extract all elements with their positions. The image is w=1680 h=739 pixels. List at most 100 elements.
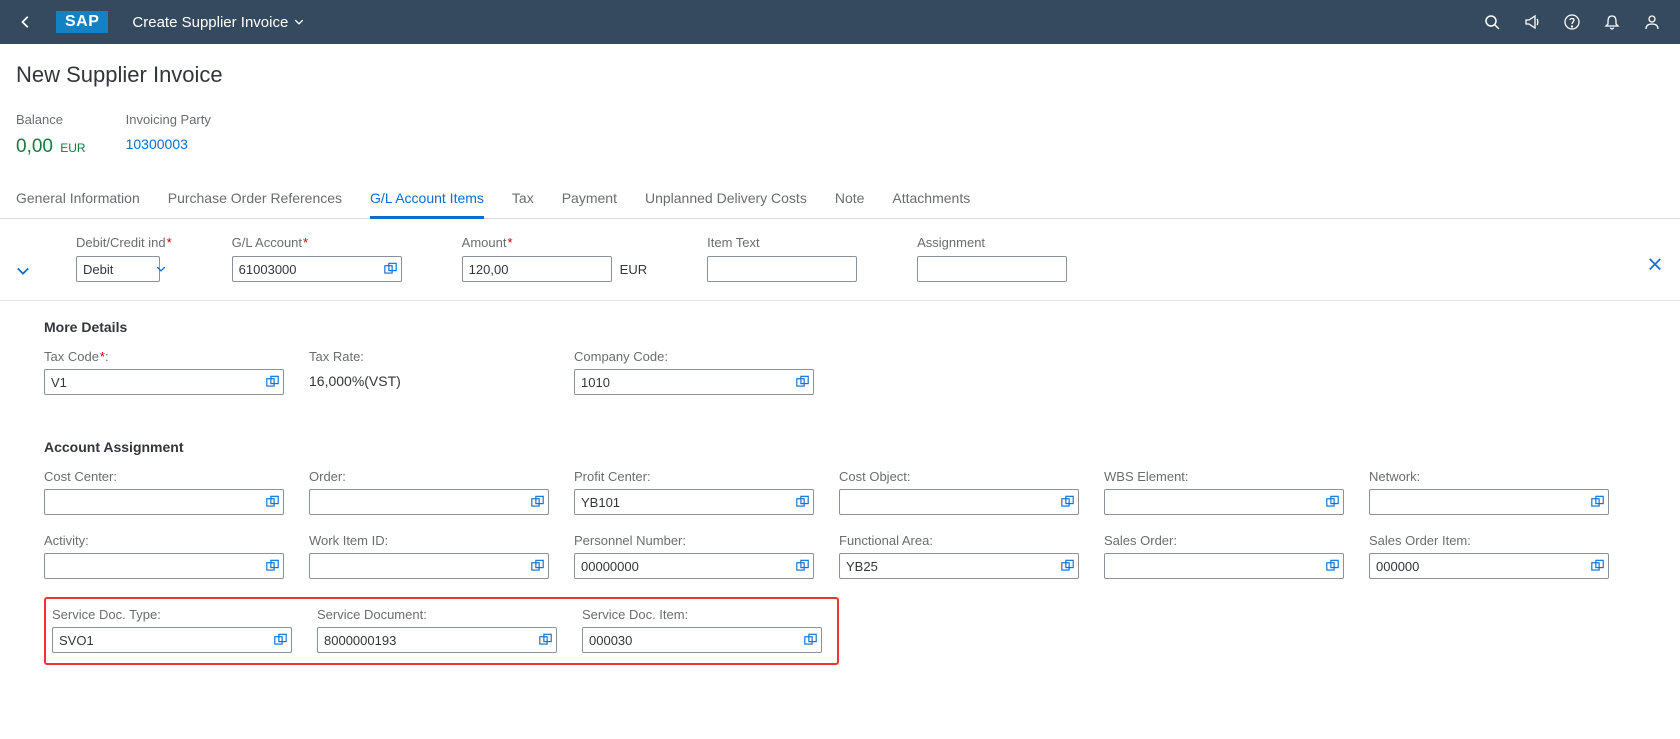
amount-label: Amount* bbox=[462, 235, 647, 250]
value-help-icon bbox=[266, 496, 279, 509]
value-help-button[interactable] bbox=[266, 496, 279, 509]
value-help-icon bbox=[1061, 496, 1074, 509]
sales-order-item-input[interactable] bbox=[1369, 553, 1609, 579]
order-input[interactable] bbox=[309, 489, 549, 515]
tab-payment[interactable]: Payment bbox=[562, 190, 617, 218]
value-help-icon bbox=[531, 496, 544, 509]
back-button[interactable] bbox=[10, 6, 42, 38]
gl-account-input[interactable] bbox=[232, 256, 402, 282]
balance-value: 0,00 EUR bbox=[16, 136, 86, 158]
sales-order-label: Sales Order: bbox=[1104, 533, 1353, 548]
tab-gl-account-items[interactable]: G/L Account Items bbox=[370, 190, 484, 219]
tab-general-information[interactable]: General Information bbox=[16, 190, 140, 218]
chevron-down-icon bbox=[294, 17, 304, 27]
tax-rate-label: Tax Rate: bbox=[309, 349, 558, 364]
service-document-input[interactable] bbox=[317, 627, 557, 653]
value-help-icon bbox=[384, 263, 397, 276]
debit-credit-select[interactable]: Debit bbox=[76, 256, 160, 282]
service-doc-type-label: Service Doc. Type: bbox=[52, 607, 301, 622]
amount-input[interactable] bbox=[462, 256, 612, 282]
invoicing-party-link[interactable]: 10300003 bbox=[126, 136, 211, 152]
delete-row-button[interactable] bbox=[1648, 257, 1662, 271]
value-help-button[interactable] bbox=[1591, 560, 1604, 573]
bell-icon bbox=[1604, 14, 1620, 30]
network-input[interactable] bbox=[1369, 489, 1609, 515]
notifications-button[interactable] bbox=[1594, 4, 1630, 40]
item-text-label: Item Text bbox=[707, 235, 857, 250]
wbs-element-label: WBS Element: bbox=[1104, 469, 1353, 484]
wbs-element-input[interactable] bbox=[1104, 489, 1344, 515]
value-help-button[interactable] bbox=[1061, 560, 1074, 573]
search-button[interactable] bbox=[1474, 4, 1510, 40]
value-help-button[interactable] bbox=[539, 634, 552, 647]
help-button[interactable] bbox=[1554, 4, 1590, 40]
value-help-icon bbox=[1591, 496, 1604, 509]
item-text-input[interactable] bbox=[707, 256, 857, 282]
user-button[interactable] bbox=[1634, 4, 1670, 40]
service-doc-type-input[interactable] bbox=[52, 627, 292, 653]
value-help-icon bbox=[804, 634, 817, 647]
app-title-dropdown[interactable]: Create Supplier Invoice bbox=[122, 14, 314, 31]
sales-order-item-label: Sales Order Item: bbox=[1369, 533, 1618, 548]
tab-bar: General Information Purchase Order Refer… bbox=[0, 164, 1680, 219]
personnel-number-input[interactable] bbox=[574, 553, 814, 579]
assignment-input[interactable] bbox=[917, 256, 1067, 282]
personnel-number-label: Personnel Number: bbox=[574, 533, 823, 548]
more-details-section: More Details Tax Code*: Tax Rate: 16,000… bbox=[0, 301, 1680, 421]
activity-label: Activity: bbox=[44, 533, 293, 548]
tab-attachments[interactable]: Attachments bbox=[892, 190, 970, 218]
app-title-text: Create Supplier Invoice bbox=[132, 14, 288, 31]
profit-center-input[interactable] bbox=[574, 489, 814, 515]
value-help-button[interactable] bbox=[1061, 496, 1074, 509]
tax-rate-value: 16,000%(VST) bbox=[309, 369, 558, 389]
cost-object-input[interactable] bbox=[839, 489, 1079, 515]
value-help-button[interactable] bbox=[384, 263, 397, 276]
company-code-input[interactable] bbox=[574, 369, 814, 395]
tax-code-label: Tax Code*: bbox=[44, 349, 293, 364]
balance-label: Balance bbox=[16, 112, 86, 127]
work-item-input[interactable] bbox=[309, 553, 549, 579]
functional-area-label: Functional Area: bbox=[839, 533, 1088, 548]
value-help-button[interactable] bbox=[1326, 560, 1339, 573]
value-help-button[interactable] bbox=[796, 496, 809, 509]
feedback-button[interactable] bbox=[1514, 4, 1550, 40]
cost-object-label: Cost Object: bbox=[839, 469, 1088, 484]
value-help-button[interactable] bbox=[796, 560, 809, 573]
cost-center-input[interactable] bbox=[44, 489, 284, 515]
expand-row-button[interactable] bbox=[16, 264, 30, 278]
network-label: Network: bbox=[1369, 469, 1618, 484]
value-help-icon bbox=[1591, 560, 1604, 573]
value-help-icon bbox=[266, 376, 279, 389]
activity-input[interactable] bbox=[44, 553, 284, 579]
amount-currency: EUR bbox=[620, 262, 647, 277]
value-help-button[interactable] bbox=[531, 560, 544, 573]
value-help-button[interactable] bbox=[796, 376, 809, 389]
more-details-title: More Details bbox=[44, 319, 1636, 335]
sales-order-input[interactable] bbox=[1104, 553, 1344, 579]
value-help-icon bbox=[266, 560, 279, 573]
account-assignment-section: Account Assignment Cost Center: Order: P… bbox=[0, 421, 1680, 673]
value-help-button[interactable] bbox=[266, 376, 279, 389]
tab-tax[interactable]: Tax bbox=[512, 190, 534, 218]
invoicing-party-label: Invoicing Party bbox=[126, 112, 211, 127]
gl-account-label: G/L Account* bbox=[232, 235, 402, 250]
cost-center-label: Cost Center: bbox=[44, 469, 293, 484]
service-doc-item-input[interactable] bbox=[582, 627, 822, 653]
work-item-label: Work Item ID: bbox=[309, 533, 558, 548]
help-icon bbox=[1564, 14, 1580, 30]
tab-po-references[interactable]: Purchase Order References bbox=[168, 190, 342, 218]
value-help-button[interactable] bbox=[266, 560, 279, 573]
value-help-icon bbox=[539, 634, 552, 647]
value-help-icon bbox=[1326, 496, 1339, 509]
value-help-button[interactable] bbox=[274, 634, 287, 647]
value-help-button[interactable] bbox=[1591, 496, 1604, 509]
value-help-button[interactable] bbox=[804, 634, 817, 647]
tab-unplanned-delivery-costs[interactable]: Unplanned Delivery Costs bbox=[645, 190, 807, 218]
tax-code-input[interactable] bbox=[44, 369, 284, 395]
tab-note[interactable]: Note bbox=[835, 190, 865, 218]
value-help-button[interactable] bbox=[1326, 496, 1339, 509]
functional-area-input[interactable] bbox=[839, 553, 1079, 579]
value-help-button[interactable] bbox=[531, 496, 544, 509]
value-help-icon bbox=[1326, 560, 1339, 573]
assignment-label: Assignment bbox=[917, 235, 1067, 250]
